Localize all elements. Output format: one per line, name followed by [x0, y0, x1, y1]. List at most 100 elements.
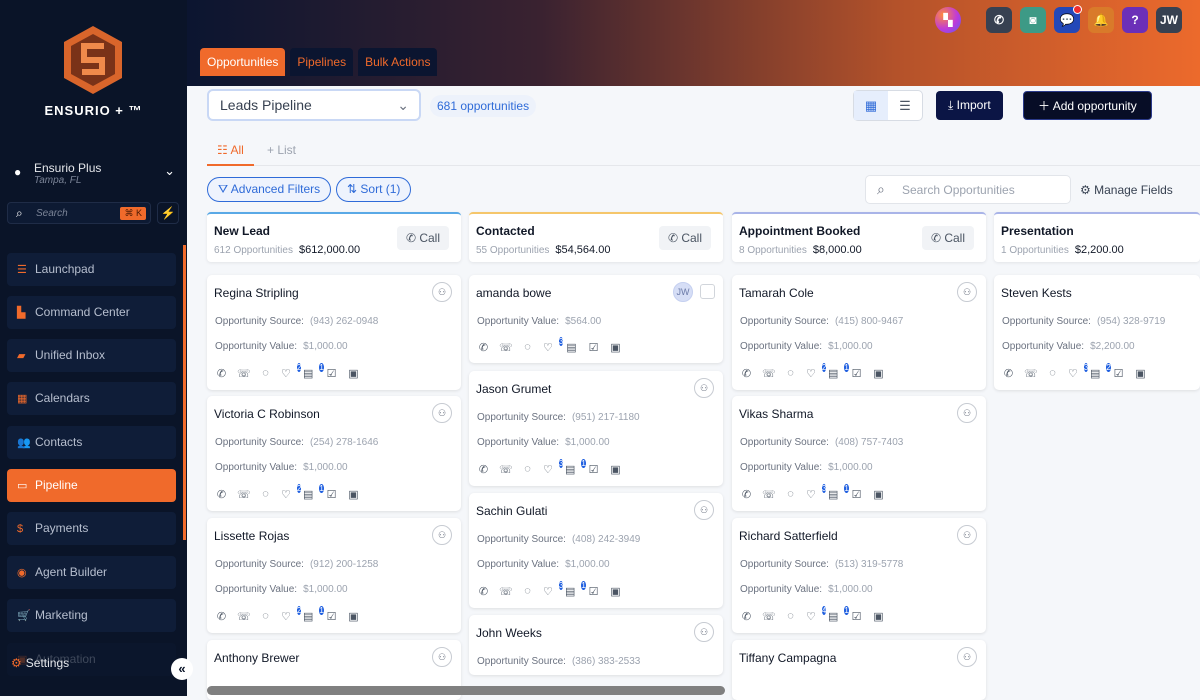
- chat-icon[interactable]: 💬: [1054, 5, 1082, 33]
- contact-name[interactable]: Victoria C Robinson: [214, 407, 320, 421]
- tag-icon[interactable]: ♡3: [543, 459, 564, 476]
- chat-icon[interactable]: ◌: [259, 488, 272, 501]
- phone-ring-icon[interactable]: ☏: [762, 367, 776, 380]
- tab-opportunities[interactable]: Opportunities: [200, 48, 286, 76]
- sidebar-item-payments[interactable]: $ Payments: [7, 512, 176, 545]
- call-button[interactable]: ✆ Call: [658, 226, 711, 250]
- tab-pipelines[interactable]: Pipelines: [290, 48, 354, 76]
- add-opportunity-button[interactable]: ＋ Add opportunity: [1023, 91, 1152, 120]
- phone-icon[interactable]: ✆: [986, 7, 1012, 33]
- tag-icon[interactable]: ♡2: [281, 363, 302, 380]
- chat-icon[interactable]: ◌: [784, 488, 797, 501]
- sidebar-item-agent-builder[interactable]: ◉ Agent Builder: [7, 556, 176, 589]
- opportunity-card[interactable]: Lissette Rojas ⚇ Opportunity Source: (912) …: [207, 518, 461, 633]
- user-avatar[interactable]: JW: [1156, 7, 1182, 33]
- chat-icon[interactable]: ◌: [1046, 367, 1059, 380]
- assign-user-icon[interactable]: ⚇: [432, 282, 452, 302]
- call-icon[interactable]: ✆: [215, 610, 228, 623]
- opportunity-card[interactable]: Victoria C Robinson ⚇ Opportunity Source: (…: [207, 396, 461, 511]
- tag-icon[interactable]: ♡4: [806, 606, 827, 623]
- opportunity-card[interactable]: Steven Kests Opportunity Source: (954) 328…: [994, 275, 1200, 390]
- notes-icon[interactable]: ▤1: [303, 363, 324, 380]
- appointment-icon[interactable]: ▣: [872, 610, 885, 623]
- call-button[interactable]: ✆ Call: [921, 226, 974, 250]
- appointment-icon[interactable]: ▣: [872, 488, 885, 501]
- call-icon[interactable]: ✆: [477, 463, 490, 476]
- assign-user-icon[interactable]: ⚇: [694, 500, 714, 520]
- appointment-icon[interactable]: ▣: [347, 610, 360, 623]
- appointment-icon[interactable]: ▣: [609, 341, 622, 354]
- contact-name[interactable]: Vikas Sharma: [739, 407, 813, 421]
- phone-ring-icon[interactable]: ☏: [237, 610, 251, 623]
- opportunity-card[interactable]: amanda bowe JW Opportunity Value: $564.00 ✆ ☏…: [469, 275, 723, 363]
- contact-name[interactable]: Jason Grumet: [476, 382, 551, 396]
- opportunity-card[interactable]: Regina Stripling ⚇ Opportunity Source: (943…: [207, 275, 461, 390]
- task-icon[interactable]: ☑: [850, 488, 863, 501]
- call-icon[interactable]: ✆: [477, 585, 490, 598]
- tag-icon[interactable]: ♡3: [1068, 363, 1089, 380]
- assign-user-icon[interactable]: ⚇: [432, 403, 452, 423]
- opportunity-card[interactable]: Sachin Gulati ⚇ Opportunity Source: (408) 2…: [469, 493, 723, 608]
- search-opportunities-input[interactable]: ⌕ Search Opportunities: [865, 175, 1071, 204]
- opportunity-card[interactable]: Vikas Sharma ⚇ Opportunity Source: (408) 75…: [732, 396, 986, 511]
- chat-icon[interactable]: ◌: [259, 610, 272, 623]
- sidebar-scrollbar[interactable]: [183, 245, 186, 540]
- location-switcher[interactable]: ● Ensurio Plus Tampa, FL ⌄: [14, 160, 179, 194]
- call-button[interactable]: ✆ Call: [396, 226, 449, 250]
- appointment-icon[interactable]: ▣: [347, 488, 360, 501]
- bell-icon[interactable]: 🔔: [1088, 7, 1114, 33]
- tag-icon[interactable]: ♡3: [543, 581, 564, 598]
- contact-name[interactable]: Sachin Gulati: [476, 504, 547, 518]
- phone-ring-icon[interactable]: ☏: [499, 341, 513, 354]
- sidebar-item-unified-inbox[interactable]: ▰ Unified Inbox: [7, 339, 176, 372]
- task-icon[interactable]: ☑: [1112, 367, 1125, 380]
- grid-view-icon[interactable]: ▦: [854, 91, 888, 120]
- phone-ring-icon[interactable]: ☏: [762, 610, 776, 623]
- sidebar-item-launchpad[interactable]: ☰ Launchpad: [7, 253, 176, 286]
- phone-ring-icon[interactable]: ☏: [499, 463, 513, 476]
- task-icon[interactable]: ☑: [850, 610, 863, 623]
- call-icon[interactable]: ✆: [740, 610, 753, 623]
- sidebar-item-pipeline[interactable]: ▭ Pipeline: [7, 469, 176, 502]
- assign-user-icon[interactable]: ⚇: [957, 647, 977, 667]
- task-icon[interactable]: ☑: [587, 585, 600, 598]
- chat-icon[interactable]: ◌: [521, 463, 534, 476]
- assign-user-icon[interactable]: ⚇: [957, 403, 977, 423]
- contact-name[interactable]: Richard Satterfield: [739, 529, 838, 543]
- assign-user-icon[interactable]: ⚇: [957, 282, 977, 302]
- chat-icon[interactable]: ◌: [784, 610, 797, 623]
- advanced-filters-button[interactable]: ⛛ Advanced Filters: [207, 177, 332, 202]
- opportunity-card[interactable]: Jason Grumet ⚇ Opportunity Source: (951) 21…: [469, 371, 723, 486]
- sidebar-item-calendars[interactable]: ▦ Calendars: [7, 382, 176, 415]
- manage-fields-button[interactable]: ⚙ Manage Fields: [1080, 183, 1173, 197]
- notes-icon[interactable]: ▤1: [303, 606, 324, 623]
- contact-name[interactable]: Anthony Brewer: [214, 651, 299, 665]
- assign-user-icon[interactable]: ⚇: [694, 622, 714, 642]
- sort-button[interactable]: ⇅ Sort (1): [336, 177, 412, 202]
- notes-icon[interactable]: ▤1: [303, 484, 324, 501]
- task-icon[interactable]: ☑: [587, 341, 600, 354]
- phone-ring-icon[interactable]: ☏: [762, 488, 776, 501]
- task-icon[interactable]: ☑: [325, 367, 338, 380]
- board-horizontal-scrollbar[interactable]: [207, 686, 725, 695]
- appointment-icon[interactable]: ▣: [347, 367, 360, 380]
- contact-name[interactable]: John Weeks: [476, 626, 542, 640]
- call-icon[interactable]: ✆: [215, 488, 228, 501]
- phone-ring-icon[interactable]: ☏: [499, 585, 513, 598]
- appointment-icon[interactable]: ▣: [1134, 367, 1147, 380]
- contact-name[interactable]: Tiffany Campagna: [739, 651, 836, 665]
- phone-ring-icon[interactable]: ☏: [237, 367, 251, 380]
- sidebar-item-command-center[interactable]: ▙ Command Center: [7, 296, 176, 329]
- assignee-avatar[interactable]: JW: [673, 282, 693, 302]
- task-icon[interactable]: ☑: [850, 367, 863, 380]
- contact-name[interactable]: Regina Stripling: [214, 286, 299, 300]
- task-icon[interactable]: ☑: [325, 488, 338, 501]
- contact-name[interactable]: Tamarah Cole: [739, 286, 814, 300]
- tag-icon[interactable]: ♡3: [806, 484, 827, 501]
- settings-link[interactable]: ⚙ Settings: [11, 656, 69, 670]
- assign-user-icon[interactable]: ⚇: [694, 378, 714, 398]
- contact-name[interactable]: amanda bowe: [476, 286, 551, 300]
- notes-icon[interactable]: ▤1: [828, 606, 849, 623]
- import-button[interactable]: ⤓ Import: [936, 91, 1003, 120]
- appointment-icon[interactable]: ▣: [609, 463, 622, 476]
